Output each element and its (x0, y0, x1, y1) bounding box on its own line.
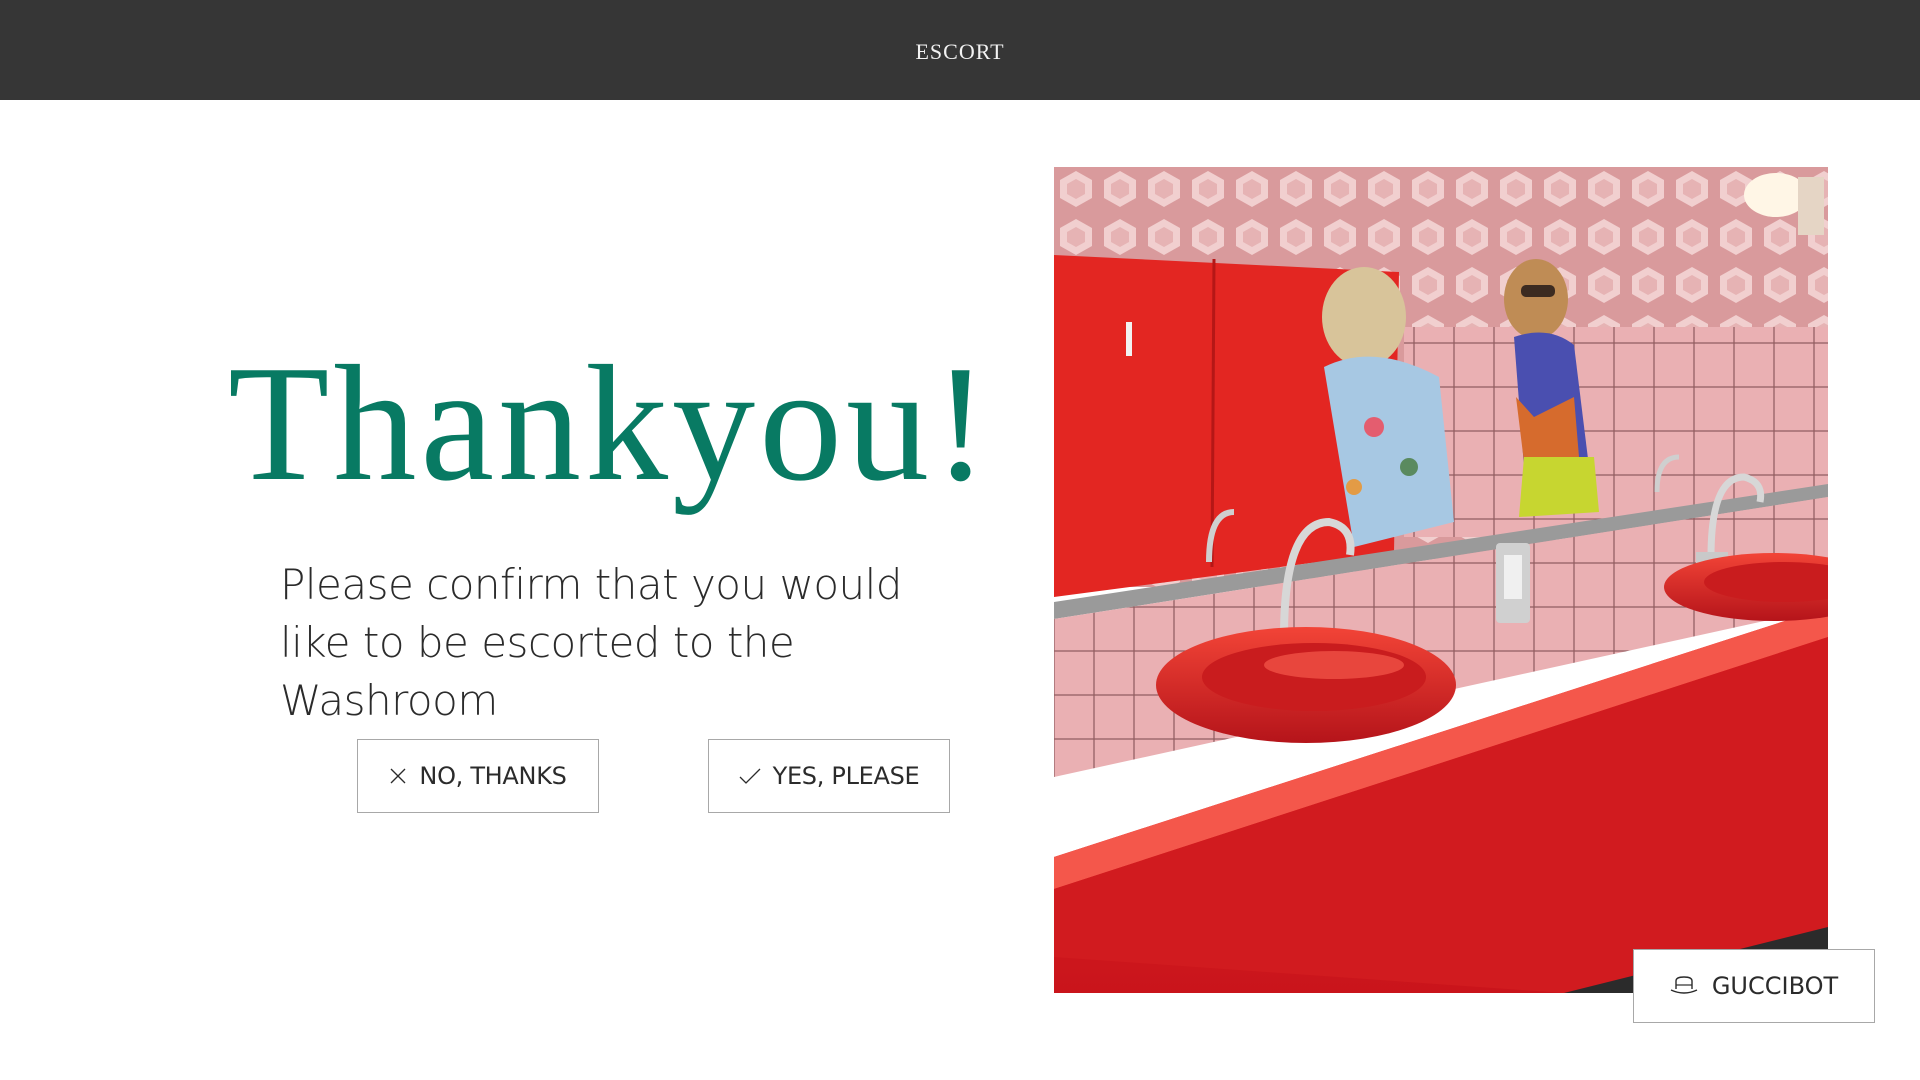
washroom-photo (1054, 167, 1828, 993)
no-thanks-label: NO, THANKS (419, 762, 567, 790)
washroom-illustration (1054, 167, 1828, 993)
confirmation-message: Please confirm that you would like to be… (280, 560, 902, 725)
no-thanks-button[interactable]: NO, THANKS (357, 739, 599, 813)
close-icon (389, 767, 407, 785)
page-title: ESCORT (915, 39, 1005, 64)
guccibot-button[interactable]: GUCCIBOT (1633, 949, 1875, 1023)
top-bar: ESCORT (0, 0, 1920, 100)
yes-please-button[interactable]: YES, PLEASE (708, 739, 950, 813)
robot-hat-icon (1670, 975, 1698, 997)
checkmark-icon (739, 767, 761, 785)
thankyou-headline: Thankyou! (228, 331, 993, 515)
guccibot-label: GUCCIBOT (1711, 972, 1839, 1000)
yes-please-label: YES, PLEASE (772, 762, 920, 790)
